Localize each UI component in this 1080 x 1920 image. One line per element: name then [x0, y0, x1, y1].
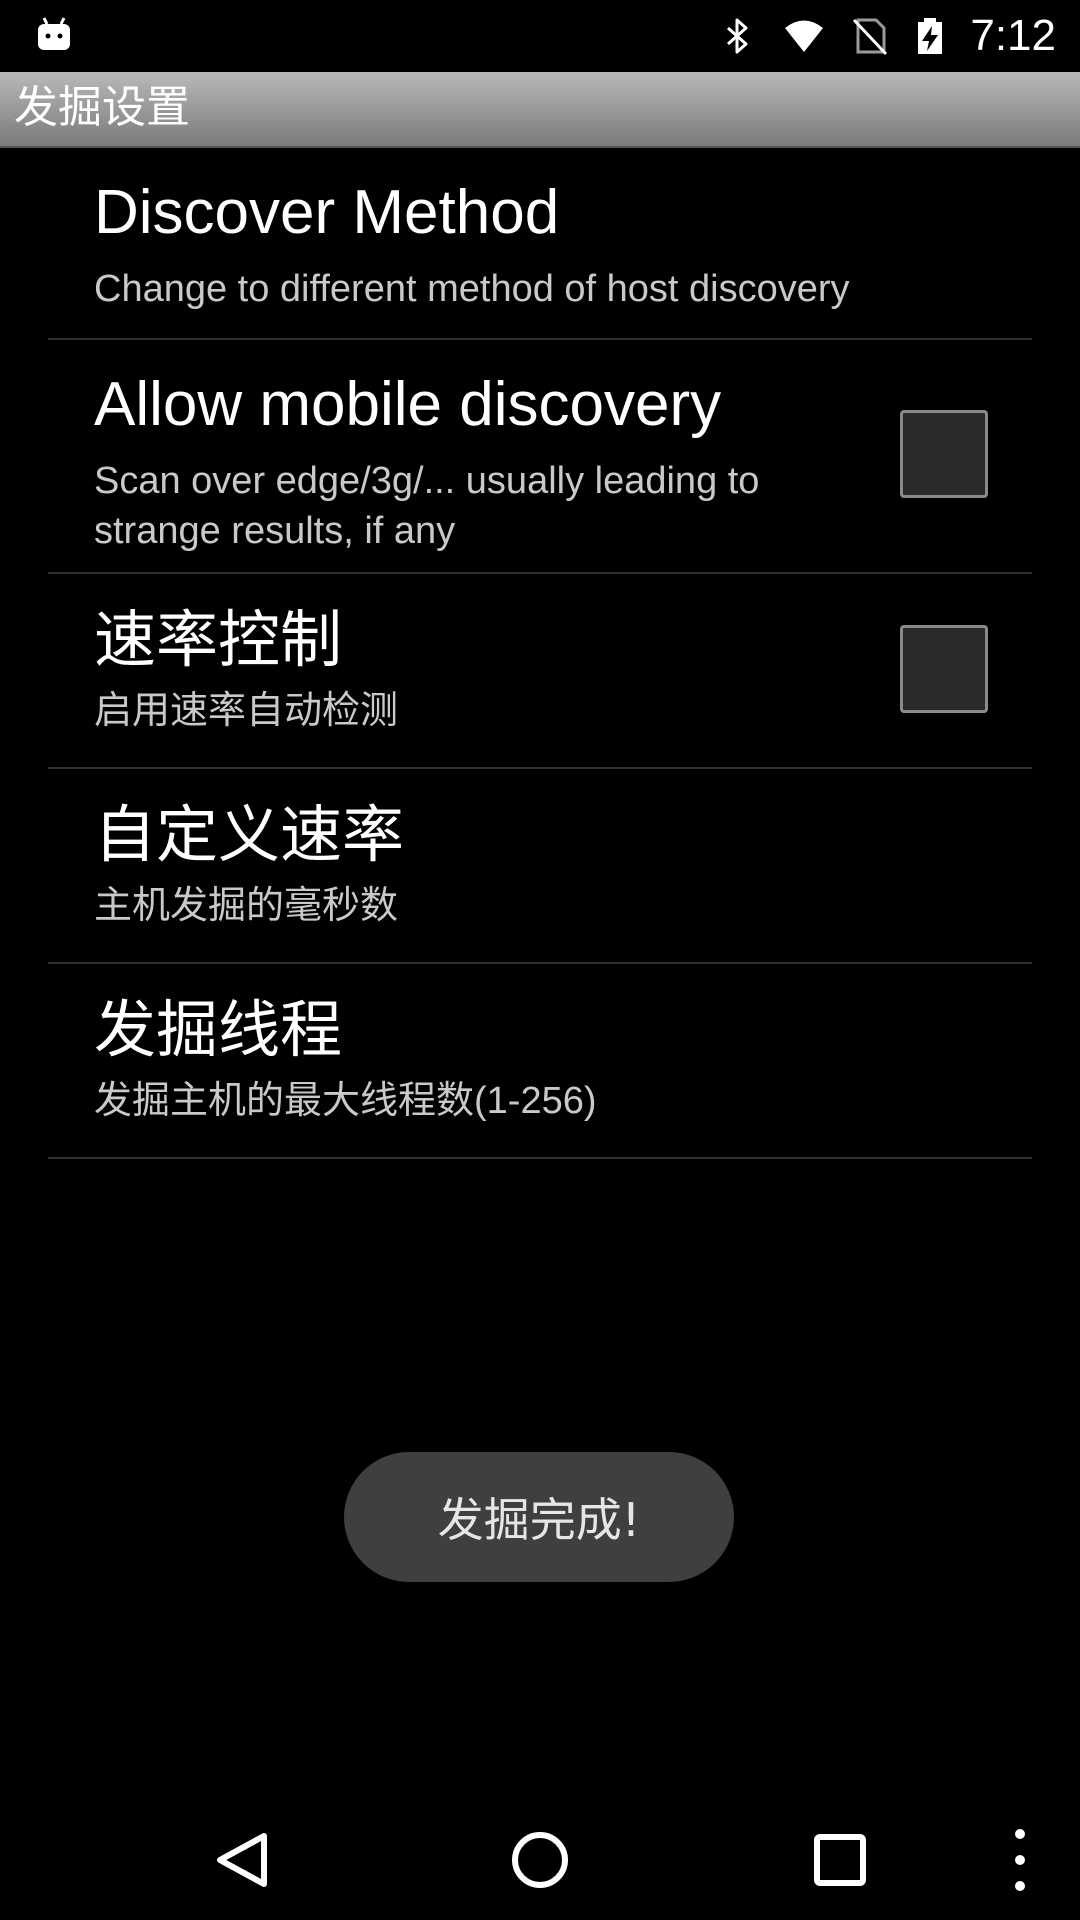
status-icons: 7:12 — [718, 0, 1056, 72]
no-sim-icon — [853, 18, 888, 56]
toast-message: 发掘完成! — [344, 1452, 734, 1582]
recents-icon[interactable] — [800, 1820, 880, 1900]
pref-summary: 启用速率自动检测 — [94, 690, 399, 732]
pref-title: Discover Method — [94, 178, 560, 247]
battery-charging-icon — [918, 18, 943, 54]
pref-title: 发掘线程 — [94, 996, 343, 1065]
pref-discover-method[interactable]: Discover Method Change to different meth… — [48, 146, 1032, 340]
pref-title: 自定义速率 — [94, 801, 405, 870]
bluetooth-icon — [727, 18, 748, 54]
pref-summary: 主机发掘的毫秒数 — [94, 885, 399, 927]
pref-summary: Change to different method of host disco… — [94, 268, 850, 310]
clock-time: 7:12 — [970, 11, 1056, 60]
pref-title: Allow mobile discovery — [94, 370, 722, 439]
pref-rate-control[interactable]: 速率控制 启用速率自动检测 — [48, 574, 1032, 769]
pref-allow-mobile-discovery[interactable]: Allow mobile discovery Scan over edge/3g… — [48, 340, 1032, 574]
back-icon[interactable] — [202, 1820, 282, 1900]
pref-summary: 发掘主机的最大线程数(1-256) — [94, 1080, 597, 1122]
app-title-bar: 发掘设置 — [0, 72, 1080, 148]
wifi-icon — [785, 20, 824, 52]
pref-custom-rate[interactable]: 自定义速率 主机发掘的毫秒数 — [48, 769, 1032, 964]
android-debug-icon — [38, 17, 70, 50]
pref-discover-threads[interactable]: 发掘线程 发掘主机的最大线程数(1-256) — [48, 964, 1032, 1159]
rate-control-checkbox[interactable] — [900, 625, 988, 713]
status-bar: 7:12 — [0, 0, 1080, 72]
overflow-menu-icon[interactable] — [980, 1820, 1060, 1900]
toast-text: 发掘完成! — [437, 1493, 641, 1547]
allow-mobile-discovery-checkbox[interactable] — [900, 410, 988, 498]
navigation-bar — [0, 1800, 1080, 1920]
page-title: 发掘设置 — [14, 82, 190, 133]
pref-summary-line-2: strange results, if any — [94, 510, 456, 552]
pref-summary-line-1: Scan over edge/3g/... usually leading to — [94, 460, 760, 502]
home-icon[interactable] — [500, 1820, 580, 1900]
preference-list: Discover Method Change to different meth… — [0, 146, 1080, 1159]
pref-title: 速率控制 — [94, 606, 343, 675]
